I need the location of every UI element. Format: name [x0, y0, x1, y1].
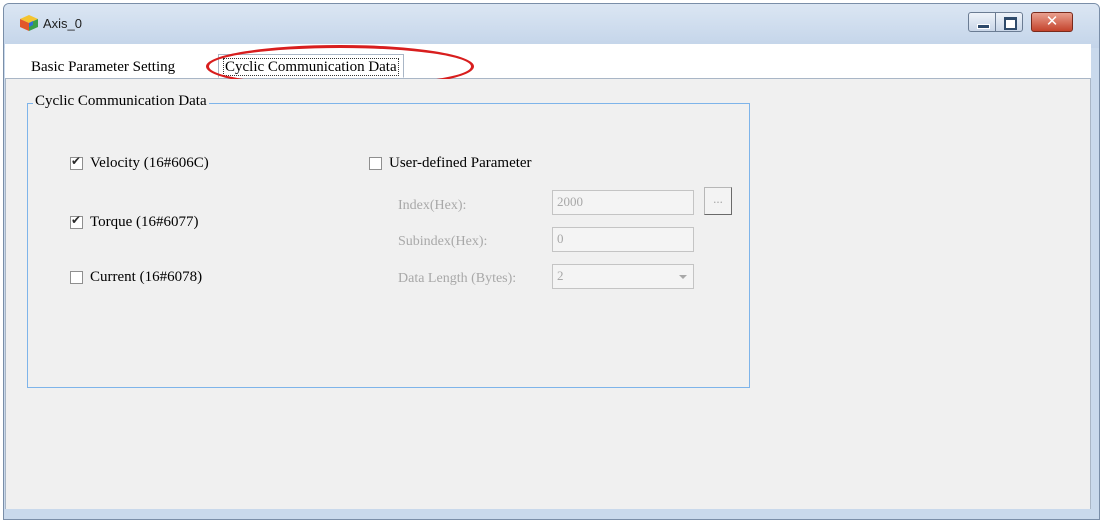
window-bottom-border [5, 509, 1091, 517]
minimize-icon [977, 24, 990, 29]
user-defined-label: User-defined Parameter [389, 155, 532, 171]
subindex-value: 0 [557, 231, 564, 246]
close-button[interactable]: ✕ [1031, 12, 1073, 32]
data-length-select[interactable]: 2 [552, 264, 694, 289]
tab-strip: Basic Parameter Setting Cyclic Communica… [5, 44, 1091, 79]
tab-cyclic-communication-data[interactable]: Cyclic Communication Data [218, 54, 404, 78]
velocity-checkbox[interactable] [70, 154, 83, 170]
groupbox-title: Cyclic Communication Data [33, 93, 209, 110]
tab-label: Basic Parameter Setting [31, 59, 176, 75]
torque-label: Torque (16#6077) [90, 214, 199, 230]
tab-label: Cyclic Communication Data [223, 58, 399, 76]
user-defined-checkbox[interactable] [369, 157, 382, 170]
torque-checkbox-row[interactable]: Torque (16#6077) [70, 213, 199, 231]
cube-icon [19, 14, 39, 32]
title-bar[interactable]: Axis_0 ✕ [4, 4, 1099, 48]
subindex-label: Subindex(Hex): [398, 234, 488, 249]
maximize-icon [1004, 17, 1017, 30]
tab-basic-parameter-setting[interactable]: Basic Parameter Setting [31, 59, 175, 76]
velocity-checkbox-row[interactable]: Velocity (16#606C) [70, 154, 209, 172]
window-title: Axis_0 [43, 16, 83, 31]
browse-label: ... [713, 191, 723, 206]
data-length-label: Data Length (Bytes): [398, 271, 517, 286]
current-checkbox-row[interactable]: Current (16#6078) [70, 269, 202, 286]
index-label: Index(Hex): [398, 198, 467, 213]
browse-button[interactable]: ... [704, 187, 732, 215]
current-checkbox[interactable] [70, 271, 83, 284]
close-icon: ✕ [1045, 12, 1059, 30]
torque-checkbox[interactable] [70, 213, 83, 229]
data-length-value: 2 [557, 268, 564, 283]
maximize-button[interactable] [995, 12, 1023, 32]
subindex-input[interactable]: 0 [552, 227, 694, 252]
velocity-label: Velocity (16#606C) [90, 155, 209, 171]
current-label: Current (16#6078) [90, 269, 203, 285]
minimize-button[interactable] [968, 12, 996, 32]
index-input[interactable]: 2000 [552, 190, 694, 215]
chevron-down-icon [679, 275, 687, 279]
user-defined-checkbox-row[interactable]: User-defined Parameter [369, 155, 532, 172]
index-value: 2000 [557, 194, 583, 209]
